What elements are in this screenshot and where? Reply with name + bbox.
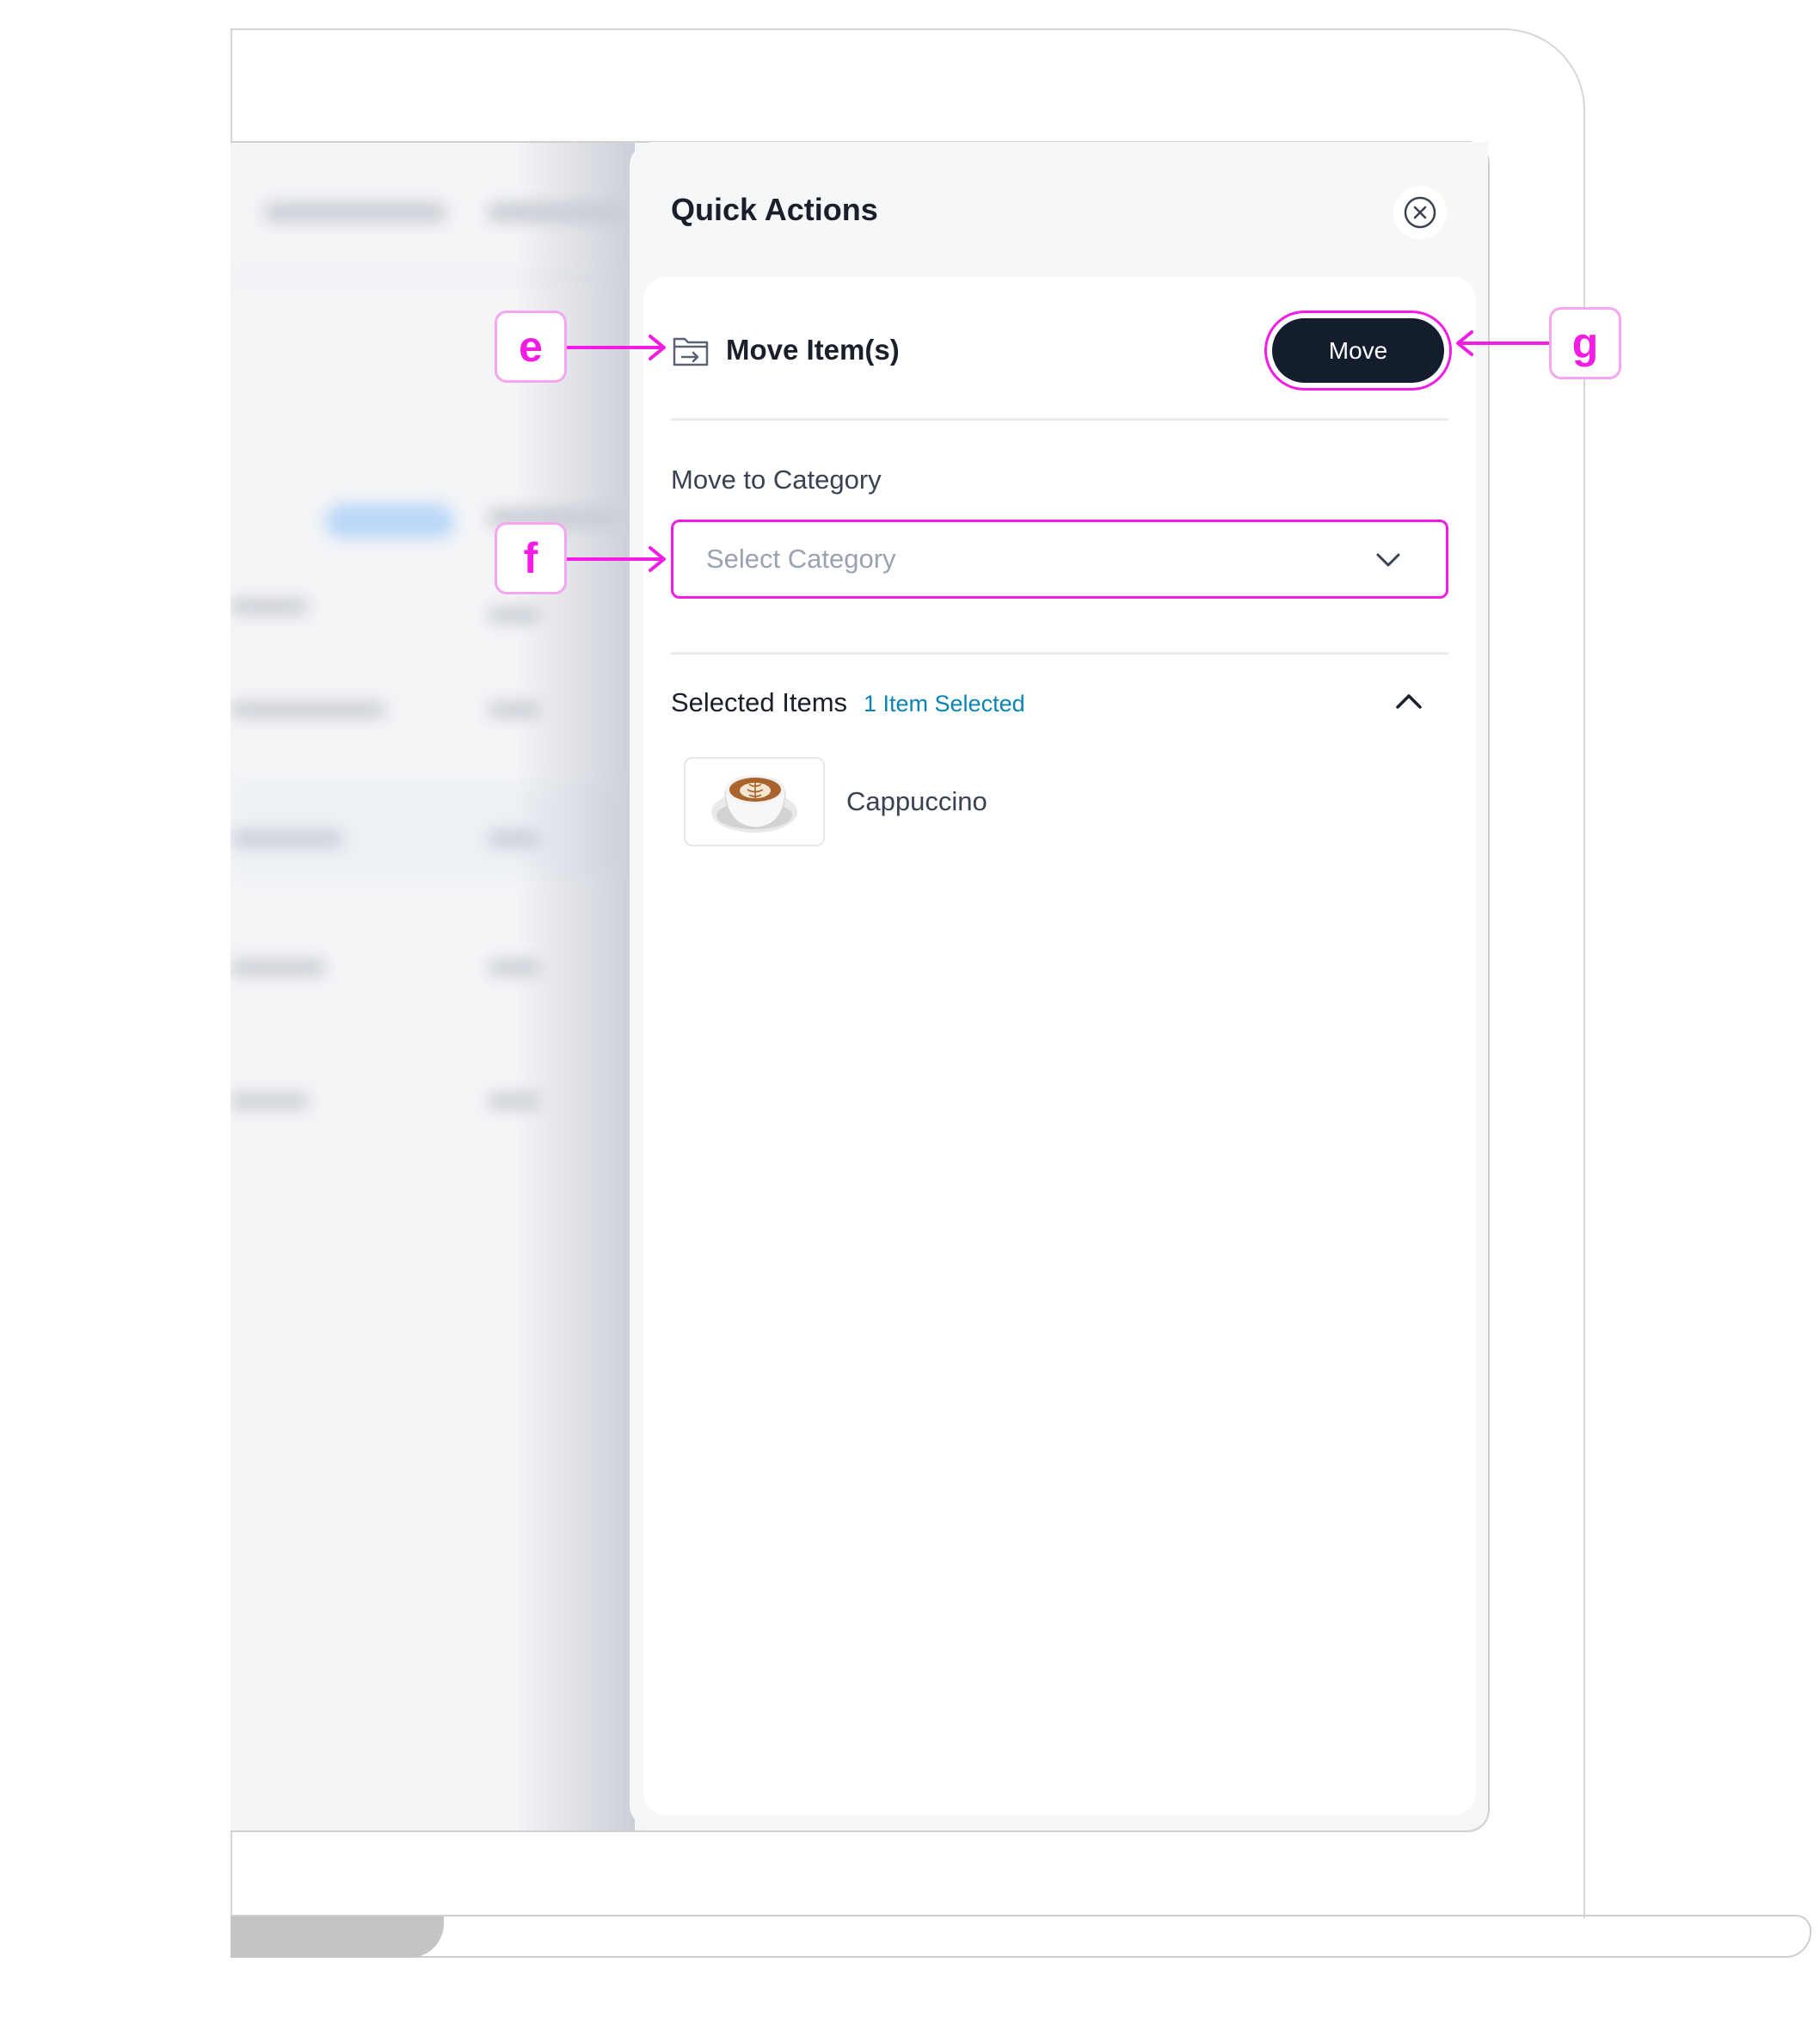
annotation-label-g: g (1549, 307, 1621, 379)
annotation-label-f: f (495, 522, 567, 594)
annotation-arrows (566, 330, 1550, 572)
annotation-label-e: e (495, 311, 567, 383)
